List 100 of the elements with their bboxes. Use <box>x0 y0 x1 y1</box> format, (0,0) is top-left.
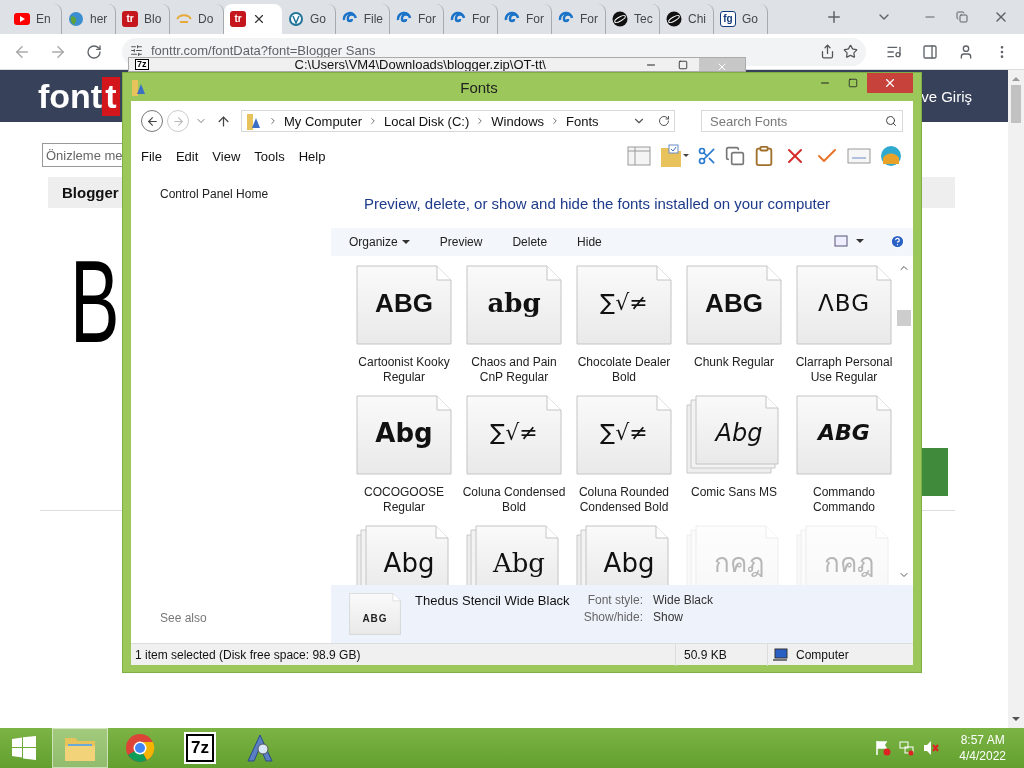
scroll-down-icon[interactable] <box>1012 715 1020 723</box>
font-name[interactable]: Coluna Rounded Condensed Bold <box>570 484 678 515</box>
breadcrumb-item[interactable]: Fonts <box>566 113 599 129</box>
folder-check-icon[interactable] <box>659 144 689 168</box>
chevron-icon[interactable] <box>268 116 278 126</box>
maximize-icon[interactable] <box>678 60 688 70</box>
shell-icon[interactable] <box>879 144 903 168</box>
login-link[interactable]: ve Giriş <box>921 87 972 105</box>
font-sample: ∑√≠ <box>489 418 539 447</box>
refresh-icon[interactable] <box>658 115 670 127</box>
side-panel-icon[interactable] <box>922 43 938 60</box>
menu-item[interactable]: View <box>212 148 247 164</box>
close-icon[interactable] <box>252 12 266 26</box>
control-panel-link[interactable]: Control Panel Home <box>160 187 331 201</box>
command-button[interactable]: Hide <box>577 234 602 249</box>
pane-icon[interactable] <box>627 146 651 166</box>
font-name[interactable]: Chunk Regular <box>680 354 788 370</box>
breadcrumb-item[interactable]: My Computer <box>284 113 363 129</box>
cut-icon[interactable] <box>697 146 717 166</box>
restore-icon[interactable] <box>956 11 968 23</box>
site-logo-mark[interactable]: t <box>102 76 120 116</box>
fonts-folder-icon <box>246 112 262 130</box>
page-heading: Preview, delete, or show and hide the fonts installed on your computer <box>364 195 832 213</box>
site-logo-icon: fg <box>720 11 736 27</box>
detail-label: Show/hide: <box>583 610 643 625</box>
page-icon <box>576 394 672 475</box>
menu-item[interactable]: File <box>141 148 168 164</box>
new-tab-icon[interactable] <box>825 8 843 26</box>
up-icon[interactable] <box>215 113 231 129</box>
search-icon[interactable] <box>885 115 897 127</box>
taskbar-app[interactable]: 7z <box>172 728 228 768</box>
stacked-pages-icon <box>686 394 782 475</box>
font-sample: B <box>70 244 120 360</box>
paste-icon[interactable] <box>753 145 775 167</box>
breadcrumb-item[interactable]: Windows <box>491 113 545 129</box>
font-sample: Abg <box>374 418 434 447</box>
page-icon <box>356 264 452 345</box>
computer-icon <box>772 647 788 662</box>
profile-icon[interactable] <box>958 43 974 60</box>
menu-item[interactable]: Tools <box>254 148 291 164</box>
search-field[interactable]: Search Fonts <box>701 110 903 132</box>
bulb-icon <box>176 13 192 25</box>
font-sample: กคฎ <box>713 548 765 577</box>
window-title: Fonts <box>460 78 498 96</box>
font-name[interactable]: Coluna Condensed Bold <box>460 484 568 515</box>
page-icon <box>466 394 562 475</box>
font-sample: Abg <box>382 548 436 577</box>
font-sample: Abg <box>713 418 764 447</box>
browser-tab[interactable]: tr <box>224 4 282 34</box>
share-icon[interactable] <box>820 43 835 59</box>
scroll-up-icon[interactable] <box>1012 75 1020 83</box>
detail-value: Show <box>653 610 685 625</box>
scrollbar[interactable] <box>1008 70 1024 728</box>
page-icon <box>576 264 672 345</box>
menu-item[interactable]: Help <box>298 148 332 164</box>
font-name[interactable]: Comic Sans MS <box>680 484 788 500</box>
font-sample: ABG <box>704 288 764 317</box>
font-name[interactable]: Clarraph Personal Use Regular <box>790 354 895 385</box>
font-name[interactable]: Chaos and Pain CnP Regular <box>460 354 568 385</box>
wordpress-icon <box>288 11 304 27</box>
reload-icon[interactable] <box>86 43 102 60</box>
font-name[interactable]: Chocolate Dealer Bold <box>570 354 678 385</box>
properties-icon[interactable] <box>847 148 871 164</box>
site-logo[interactable]: font <box>38 76 103 116</box>
flag-icon[interactable] <box>875 740 892 756</box>
archive-app-icon: 7z <box>186 734 214 762</box>
status-text: Computer <box>795 647 850 662</box>
maximize-icon[interactable] <box>848 78 858 88</box>
font-name[interactable]: Commando Commando <box>790 484 895 515</box>
command-button[interactable]: Preview <box>439 234 483 249</box>
menu-item[interactable]: Edit <box>175 148 205 164</box>
muted-speaker-icon[interactable] <box>923 740 940 756</box>
command-button[interactable]: Delete <box>512 234 548 249</box>
preview-text-field[interactable]: Önizleme me <box>42 143 122 167</box>
font-sample: ΛBG <box>817 288 871 317</box>
copy-icon[interactable] <box>725 146 745 166</box>
site-settings-icon[interactable] <box>130 43 143 57</box>
font-tab[interactable]: Blogger <box>62 184 119 201</box>
status-text: 50.9 KB <box>683 647 728 662</box>
command-button[interactable]: Organize <box>349 234 410 249</box>
page-icon <box>466 264 562 345</box>
help-icon[interactable] <box>890 234 905 250</box>
network-icon[interactable] <box>899 740 916 756</box>
bookmark-icon[interactable] <box>843 43 858 59</box>
font-sample: ABG <box>361 613 389 625</box>
font-name: Thedus Stencil Wide Black <box>415 593 570 609</box>
scroll-thumb[interactable] <box>897 309 911 326</box>
close-button[interactable] <box>867 73 913 93</box>
page-icon <box>796 264 892 345</box>
address-bar[interactable]: My Computer Local Disk (C:) Windows Fonts <box>241 110 675 132</box>
site-logo-icon: tr <box>230 11 246 27</box>
detail-label: Font style: <box>586 593 643 608</box>
breadcrumb-item[interactable]: Local Disk (C:) <box>384 113 470 129</box>
see-also-label: See also <box>160 611 208 625</box>
font-name[interactable]: Cartoonist Kooky Regular <box>350 354 458 385</box>
font-name[interactable]: COCOGOOSE Regular <box>350 484 458 515</box>
scroll-thumb[interactable] <box>1011 85 1021 123</box>
planet-icon <box>612 11 628 27</box>
download-button[interactable] <box>921 448 948 496</box>
view-icon[interactable] <box>834 234 864 249</box>
